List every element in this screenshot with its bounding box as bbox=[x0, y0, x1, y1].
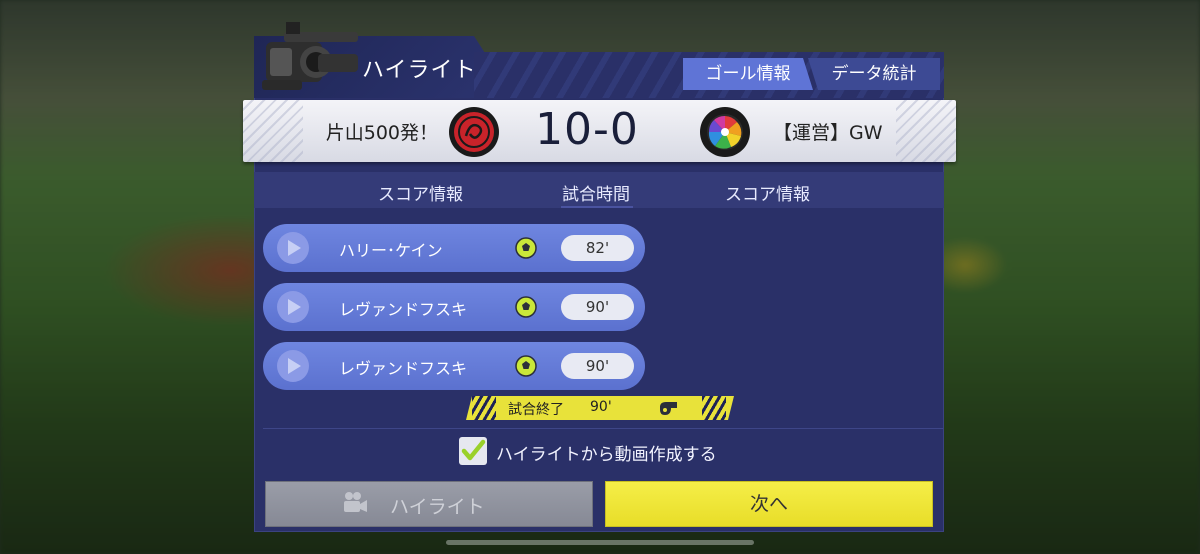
home-team-name: 片山500発！ bbox=[325, 122, 438, 144]
checkmark-icon bbox=[461, 439, 486, 461]
create-video-label[interactable]: ハイライトから動画作成する bbox=[496, 440, 717, 465]
goal-minute: 90' bbox=[561, 353, 634, 379]
match-end-label: 試合終了 bbox=[508, 402, 564, 418]
header-score-info-home: スコア情報 bbox=[378, 185, 463, 205]
play-icon[interactable] bbox=[277, 350, 309, 382]
away-team-name: 【運営】GW bbox=[773, 122, 883, 144]
play-icon[interactable] bbox=[277, 232, 309, 264]
header-underline bbox=[561, 206, 633, 208]
goal-scorer: レヴァンドフスキ bbox=[339, 359, 468, 378]
banner-stripes-left bbox=[472, 396, 496, 420]
create-video-checkbox[interactable] bbox=[459, 437, 487, 465]
home-indicator[interactable] bbox=[446, 540, 754, 545]
tab-data-stats[interactable]: データ統計 bbox=[808, 58, 940, 90]
whistle-icon bbox=[660, 402, 677, 415]
next-button[interactable]: 次へ bbox=[605, 481, 933, 527]
goal-row[interactable]: レヴァンドフスキ 90' bbox=[263, 283, 645, 331]
soccer-ball-icon bbox=[515, 237, 537, 259]
goal-scorer: レヴァンドフスキ bbox=[339, 300, 468, 319]
match-end-minute: 90' bbox=[590, 399, 612, 415]
tab-goal-info[interactable]: ゴール情報 bbox=[683, 58, 813, 90]
match-score: 10-0 bbox=[535, 104, 639, 155]
banner-stripes-right bbox=[702, 396, 726, 420]
play-icon[interactable] bbox=[277, 291, 309, 323]
red-dragon-emblem-icon bbox=[449, 107, 499, 157]
video-camera-icon bbox=[262, 22, 358, 90]
goal-minute: 82' bbox=[561, 235, 634, 261]
header-score-info-away: スコア情報 bbox=[725, 185, 810, 205]
divider bbox=[263, 428, 943, 429]
pinwheel-emblem-icon bbox=[700, 107, 750, 157]
dialog-title: ハイライト bbox=[362, 58, 477, 83]
header-match-time: 試合時間 bbox=[562, 185, 630, 205]
soccer-ball-icon bbox=[515, 355, 537, 377]
goal-row[interactable]: レヴァンドフスキ 90' bbox=[263, 342, 645, 390]
goal-minute: 90' bbox=[561, 294, 634, 320]
goal-scorer: ハリー･ケイン bbox=[339, 241, 443, 260]
goal-row[interactable]: ハリー･ケイン 82' bbox=[263, 224, 645, 272]
highlight-button-label: ハイライト bbox=[390, 496, 485, 518]
movie-camera-icon bbox=[344, 492, 367, 512]
scoreboard-stripes-left bbox=[243, 100, 303, 162]
soccer-ball-icon bbox=[515, 296, 537, 318]
scoreboard-stripes-right bbox=[896, 100, 956, 162]
